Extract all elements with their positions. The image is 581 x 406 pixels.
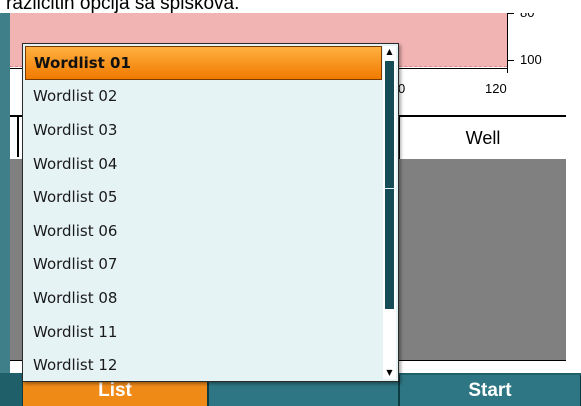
panel-right-edge (566, 115, 581, 373)
wordlist-option[interactable]: Wordlist 07 (25, 248, 382, 282)
y-tick (507, 60, 514, 61)
table-left-border (17, 117, 19, 157)
wordlist-option[interactable]: Wordlist 02 (25, 80, 382, 114)
dropdown-scrollbar[interactable]: ▲ ▼ (383, 46, 396, 379)
x-tick-label: 0 (398, 81, 406, 96)
wordlist-option[interactable]: Wordlist 06 (25, 214, 382, 248)
y-tick-label: 100 (520, 52, 542, 67)
caption-text: različitih opcija sa spiskova. (6, 0, 240, 13)
wordlist-options: Wordlist 01 Wordlist 02 Wordlist 03 Wordlis… (25, 46, 382, 382)
y-tick-label: 80 (520, 13, 534, 20)
scrollbar-thumb-divider (383, 188, 396, 189)
wordlist-dropdown[interactable]: Wordlist 01 Wordlist 02 Wordlist 03 Wordlis… (22, 43, 399, 382)
audiometer-window: 80 100 0 120 Well List Start Wordlist 01… (0, 13, 581, 406)
wordlist-option[interactable]: Wordlist 05 (25, 180, 382, 214)
start-button[interactable]: Start (399, 375, 581, 406)
wordlist-option[interactable]: Wordlist 12 (25, 348, 382, 382)
x-tick-label: 120 (485, 81, 507, 96)
graph-y-axis (507, 13, 508, 73)
y-tick (507, 13, 514, 14)
wordlist-option[interactable]: Wordlist 11 (25, 315, 382, 349)
scrollbar-thumb[interactable] (385, 61, 394, 309)
wordlist-option[interactable]: Wordlist 03 (25, 113, 382, 147)
column-header-well: Well (399, 117, 566, 159)
scroll-up-arrow-icon[interactable]: ▲ (383, 46, 396, 58)
wordlist-option[interactable]: Wordlist 08 (25, 281, 382, 315)
wordlist-option[interactable]: Wordlist 04 (25, 147, 382, 181)
scroll-down-arrow-icon[interactable]: ▼ (383, 367, 396, 379)
wordlist-option[interactable]: Wordlist 01 (25, 46, 382, 80)
